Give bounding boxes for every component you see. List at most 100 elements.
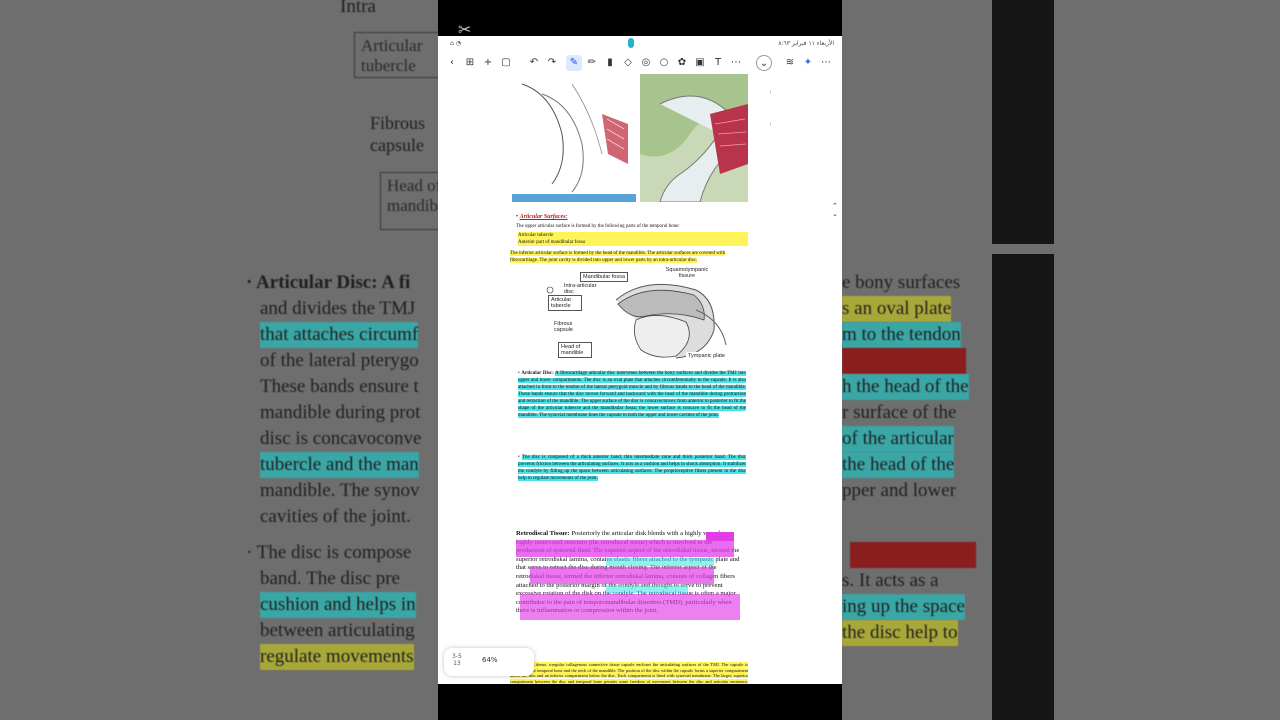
- bg-line: cushion and helps in: [260, 592, 416, 618]
- recording-indicator: [628, 38, 634, 48]
- shape-icon[interactable]: ○: [656, 55, 672, 71]
- bg-line: Fibrous capsule: [370, 113, 426, 155]
- eraser-icon[interactable]: ◇: [620, 55, 636, 71]
- section-heading: • Articular Surfaces:: [516, 214, 568, 220]
- magenta-highlight: [530, 567, 714, 584]
- grid-icon[interactable]: ⊞: [462, 55, 478, 71]
- pen-icon[interactable]: ✎: [566, 55, 582, 71]
- bg-line: mandible during prot: [260, 402, 421, 423]
- bg-line: of the articular: [842, 426, 954, 452]
- bg-line: and divides the TMJ: [260, 298, 416, 319]
- toolbar: ‹ ⊞ + ▢ ↶ ↷ ✎ ✏ ▮ ◇ ◎ ○ ✿ ▣ T ⋯ ⌄ ≋ ✦ ⋯: [438, 52, 842, 74]
- page-indicator: 3-5 13: [452, 653, 462, 667]
- lasso-icon[interactable]: ◎: [638, 55, 654, 71]
- diagram-label-articular-tubercle: Articular tubercle: [548, 295, 582, 311]
- highlighted-text: The disc is composed of a thick anterior…: [518, 455, 746, 481]
- list-item: Anterior part of mandibular fossa: [518, 239, 748, 246]
- chevron-down-icon[interactable]: ⌄: [756, 55, 772, 71]
- bg-line: · The disc is compose: [246, 542, 412, 563]
- bg-box: Head of mandible: [380, 172, 438, 230]
- sticker-icon[interactable]: ✿: [674, 55, 690, 71]
- diagram-label-tympanic-plate: Tympanic plate: [686, 352, 727, 360]
- bg-line: that attaches circumf: [260, 322, 419, 348]
- bottom-letterbox: [438, 684, 842, 720]
- bg-line: mandible. The synov: [260, 480, 420, 501]
- magenta-highlight: [516, 540, 734, 557]
- bg-line: band. The disc pre: [260, 568, 400, 589]
- cyan-highlight: [606, 585, 688, 593]
- bg-line: r surface of the: [842, 402, 957, 423]
- bg-line: disc is concavoconve: [260, 428, 422, 449]
- skull-sketch-image: [512, 74, 636, 202]
- background-left: Intra Articular tubercle Fibrous capsule…: [0, 0, 438, 720]
- magenta-highlight: [520, 594, 740, 620]
- bg-line: e bony surfaces: [842, 272, 961, 293]
- retrodiscal-heading: Retrodiscal Tissue:: [516, 530, 570, 537]
- bg-line: between articulating: [260, 620, 415, 641]
- bg-line: Intra: [340, 0, 376, 17]
- status-bar: ⌂ ◔ الأربعاء ١١ فبراير ٨:٦٣: [438, 36, 842, 52]
- page-number: 3-5: [452, 653, 462, 660]
- tmj-anatomy-image: [640, 74, 748, 202]
- redo-icon[interactable]: ↷: [544, 55, 560, 71]
- scroll-arrows-icon[interactable]: ⌃ ⌄: [832, 202, 838, 218]
- highlighter-icon[interactable]: ▮: [602, 55, 618, 71]
- add-icon[interactable]: +: [480, 55, 496, 71]
- highlighted-text: The inferior articular surface is formed…: [510, 251, 726, 263]
- bg-line: pper and lower: [842, 480, 956, 501]
- document-page[interactable]: • Articular Surfaces: The upper articula…: [510, 74, 770, 684]
- background-right: e bony surfaces s an oval plate m to the…: [842, 0, 1280, 720]
- bg-line: cavities of the joint.: [260, 506, 411, 527]
- back-icon[interactable]: ‹: [444, 55, 460, 71]
- highlighted-text: A fibrocartilage articular disc interven…: [518, 371, 746, 418]
- bg-line: s. It acts as a: [842, 570, 939, 591]
- bg-line: regulate movements: [260, 644, 414, 670]
- notes-app-screen: ⌂ ◔ الأربعاء ١١ فبراير ٨:٦٣ ‹ ⊞ + ▢ ↶ ↷ …: [438, 36, 842, 684]
- capsule-paragraph: • Capsule: A dense, irregular collagenou…: [510, 662, 749, 684]
- bg-line: the disc help to: [842, 620, 958, 646]
- diagram-label-mandibular-fossa: Mandibular fossa: [580, 272, 628, 282]
- bg-line: tubercle and the man: [260, 452, 419, 478]
- more-tools-icon[interactable]: ⋯: [728, 55, 744, 71]
- articular-disc-heading: Articular Disc:: [521, 371, 554, 376]
- text-icon[interactable]: T: [710, 55, 726, 71]
- bg-dark-bar: [992, 254, 1054, 720]
- bag-icon[interactable]: ▢: [498, 55, 514, 71]
- paragraph: The inferior articular surface is formed…: [510, 250, 748, 264]
- bg-box: Articular tubercle: [354, 32, 438, 78]
- bg-line: m to the tendon: [842, 322, 961, 348]
- diagram-label-fibrous-capsule: Fibrous capsule: [552, 320, 582, 334]
- bg-line: the head of the: [842, 452, 955, 478]
- image-icon[interactable]: ▣: [692, 55, 708, 71]
- diagram-label-head-of-mandible: Head of mandible: [558, 342, 592, 358]
- ai-assist-icon[interactable]: ✦: [800, 55, 816, 71]
- disc-composition-paragraph: • The disc is composed of a thick anteri…: [518, 455, 746, 481]
- diagram-label-intra-articular-disc: Intra-articular disc: [562, 282, 602, 296]
- articular-surfaces-heading: Articular Surfaces:: [519, 214, 568, 220]
- phone-frame: ✂ ⌂ ◔ الأربعاء ١١ فبراير ٨:٦٣ ‹ ⊞ + ▢ ↶ …: [438, 0, 842, 720]
- zoom-indicator[interactable]: 3-5 13 64%: [444, 648, 534, 676]
- zoom-level: 64%: [482, 656, 498, 664]
- bg-red-band: [850, 542, 976, 568]
- layers-icon[interactable]: ≋: [782, 55, 798, 71]
- bg-line: These bands ensure t: [260, 376, 419, 397]
- diagram-label-squamotympanic: Squamotympanic fissure: [656, 266, 718, 280]
- undo-icon[interactable]: ↶: [526, 55, 542, 71]
- bg-line: of the lateral pterygo: [260, 350, 419, 371]
- bg-dark-bar: [992, 0, 1054, 244]
- status-clock: الأربعاء ١١ فبراير ٨:٦٣: [778, 40, 834, 47]
- bg-line: h the head of the: [842, 374, 969, 400]
- pencil-icon[interactable]: ✏: [584, 55, 600, 71]
- bg-line: ing up the space: [842, 594, 965, 620]
- articular-disc-paragraph: • Articular Disc: A fibrocartilage artic…: [518, 371, 746, 418]
- status-icons: ⌂ ◔: [450, 40, 461, 47]
- page-total: 13: [453, 660, 461, 667]
- list-item: Articular tubercle: [518, 232, 748, 239]
- top-letterbox: [438, 0, 842, 36]
- paragraph: The upper articular surface is formed by…: [516, 224, 680, 229]
- bg-red-band: [842, 348, 966, 374]
- bg-line: · Articular Disc: A fi: [246, 272, 411, 293]
- overflow-menu-icon[interactable]: ⋯: [818, 55, 834, 71]
- highlighted-text: A dense, irregular collagenous connectiv…: [510, 662, 749, 684]
- cyan-highlight: [606, 558, 714, 566]
